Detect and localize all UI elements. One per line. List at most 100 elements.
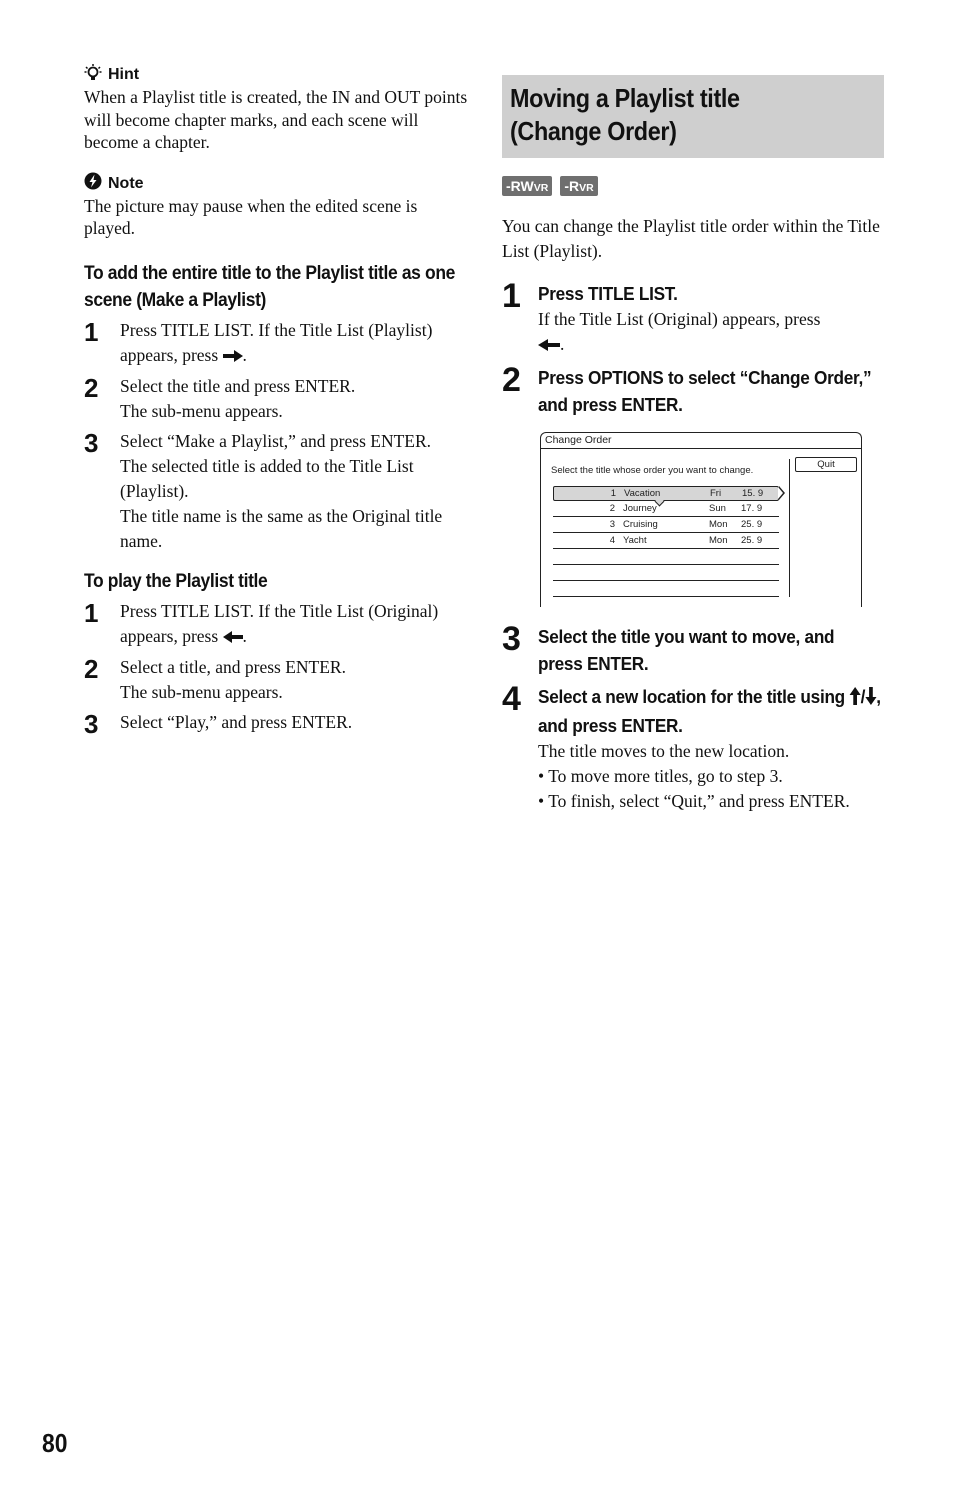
title-row[interactable]: 2 Journey Sun 17. 9 — [553, 501, 779, 518]
step-text: Press TITLE LIST. If the Title List (Ori… — [120, 599, 468, 650]
step-heading: Press TITLE LIST. — [538, 283, 678, 304]
step-text: The title moves to the new location. • T… — [538, 739, 908, 814]
note-label: Note — [108, 174, 144, 192]
step-text: Select “Make a Playlist,” and press ENTE… — [120, 429, 468, 554]
empty-row — [553, 581, 779, 598]
step-item: 3 Select the title you want to move, and… — [502, 620, 884, 677]
title-name: Cruising — [623, 519, 658, 531]
bullet-text: To finish, select “Quit,” and press ENTE… — [548, 791, 850, 812]
bullet-text: To move more titles, go to step 3. — [548, 766, 783, 787]
disc-badge-rvr: -RVR — [560, 176, 598, 196]
badge-main: -RW — [506, 178, 534, 194]
title-row[interactable]: 3 Cruising Mon 25. 9 — [553, 517, 779, 534]
section-title: Moving a Playlist title (Change Order) — [502, 75, 884, 158]
quit-button[interactable]: Quit — [795, 457, 857, 473]
left-arrow-icon — [538, 333, 560, 358]
step-line: Press TITLE LIST. If the Title List (Ori… — [120, 600, 439, 646]
step-trail: . — [242, 625, 247, 646]
step-text: If the Title List (Original) appears, pr… — [538, 307, 908, 358]
step-item: 4 Select a new location for the title us… — [502, 680, 884, 814]
step-number: 1 — [502, 277, 521, 315]
title-number: 1 — [610, 488, 616, 500]
bullet-list: • To move more titles, go to step 3. • T… — [538, 764, 908, 814]
step-number: 2 — [84, 654, 99, 685]
title-row[interactable]: 4 Yacht Mon 25. 9 — [553, 533, 779, 550]
page-number: 80 — [42, 1428, 68, 1458]
step-line: The sub-menu appears. — [120, 682, 283, 703]
step-heading: Press OPTIONS to select “Change Order,” … — [538, 367, 872, 416]
step-heading: Select the title you want to move, and p… — [538, 626, 835, 675]
step-line: Press TITLE LIST. If the Title List (Pla… — [120, 319, 433, 365]
step-line: The title name is the same as the Origin… — [120, 505, 443, 551]
step-number: 4 — [502, 680, 521, 719]
step-heading: Select a new location for the title usin… — [538, 685, 881, 737]
step-line: The sub-menu appears. — [120, 400, 283, 421]
step-text: Select the title and press ENTER. The su… — [120, 374, 468, 424]
hint-label: Hint — [108, 66, 140, 83]
title-date: 25. 9 — [741, 535, 763, 547]
title-name: Journey — [623, 503, 657, 515]
step-number: 2 — [84, 372, 99, 403]
step-number: 2 — [502, 361, 521, 400]
step-line: The title moves to the new location. — [538, 741, 790, 762]
step-item: 2 Select a title, and press ENTER. The s… — [84, 654, 468, 705]
bullet-item: • To move more titles, go to step 3. — [538, 766, 783, 787]
title-day: Mon — [709, 535, 728, 547]
step-number: 1 — [84, 316, 99, 347]
play-playlist-steps: 1 Press TITLE LIST. If the Title List (O… — [84, 599, 468, 740]
step-item: 2 Press OPTIONS to select “Change Order,… — [502, 361, 884, 418]
step-item: 1 Press TITLE LIST. If the Title List (O… — [502, 277, 884, 358]
step-item: 3 Select “Play,” and press ENTER. — [84, 709, 468, 740]
step-text: Select a title, and press ENTER. The sub… — [120, 655, 468, 705]
step-item: 1 Press TITLE LIST. If the Title List (O… — [84, 599, 468, 650]
title-day: Fri — [710, 488, 722, 500]
lightbulb-icon — [84, 63, 102, 88]
screen-title: Change Order — [541, 433, 861, 450]
note-text: The picture may pause when the edited sc… — [84, 195, 418, 239]
badge-suffix: VR — [579, 182, 594, 194]
title-day: Mon — [709, 519, 728, 531]
step-line: Select “Play,” and press ENTER. — [120, 712, 353, 733]
up-arrow-icon — [849, 685, 861, 712]
empty-row — [553, 565, 779, 582]
title-number: 4 — [609, 535, 615, 547]
title-row-selected[interactable]: 1 Vacation Fri 15. 9 — [553, 486, 785, 507]
screen-divider — [789, 459, 790, 598]
left-arrow-icon — [222, 625, 243, 650]
title-day: Sun — [709, 503, 726, 515]
step-trail: . — [242, 344, 247, 365]
step-line: If the Title List (Original) appears, pr… — [538, 309, 821, 329]
step-item: 3 Select “Make a Playlist,” and press EN… — [84, 427, 468, 554]
title-number: 2 — [609, 503, 615, 515]
step-item: 1 Press TITLE LIST. If the Title List (P… — [84, 316, 468, 369]
step-line: The selected title is added to the Title… — [120, 455, 414, 501]
right-column: Moving a Playlist title (Change Order) -… — [502, 75, 884, 820]
step-line: Select “Make a Playlist,” and press ENTE… — [120, 430, 432, 451]
empty-row — [553, 549, 779, 566]
screen-instruction: Select the title whose order you want to… — [551, 465, 754, 477]
left-column: Hint When a Playlist title is created, t… — [84, 62, 468, 743]
step-text: Press TITLE LIST. If the Title List (Pla… — [120, 318, 468, 369]
title-name: Yacht — [623, 535, 647, 547]
title-date: 25. 9 — [741, 519, 763, 531]
badge-main: -R — [564, 178, 580, 194]
selection-pointer-icon — [778, 486, 785, 501]
title-list: 1 Vacation Fri 15. 9 2 Journey Sun 17. 9… — [553, 486, 785, 598]
disc-badge-rwvr: -RWVR — [502, 176, 553, 196]
bullet-item: • To finish, select “Quit,” and press EN… — [538, 791, 850, 812]
make-playlist-steps: 1 Press TITLE LIST. If the Title List (P… — [84, 316, 468, 554]
play-playlist-heading: To play the Playlist title — [84, 570, 268, 592]
change-order-steps: 1 Press TITLE LIST. If the Title List (O… — [502, 277, 884, 814]
step-number: 3 — [84, 427, 99, 458]
title-date: 17. 9 — [741, 503, 763, 515]
disc-badges: -RWVR -RVR — [502, 176, 884, 196]
badge-suffix: VR — [533, 182, 549, 194]
title-name: Vacation — [624, 488, 661, 500]
section-title-line: Moving a Playlist title — [510, 83, 740, 113]
make-playlist-heading: To add the entire title to the Playlist … — [84, 262, 455, 311]
step-number: 3 — [84, 709, 99, 740]
note-icon — [84, 172, 102, 195]
intro-text: You can change the Playlist title order … — [502, 216, 880, 261]
step-item: 2 Select the title and press ENTER. The … — [84, 372, 468, 424]
step-number: 3 — [502, 620, 521, 659]
